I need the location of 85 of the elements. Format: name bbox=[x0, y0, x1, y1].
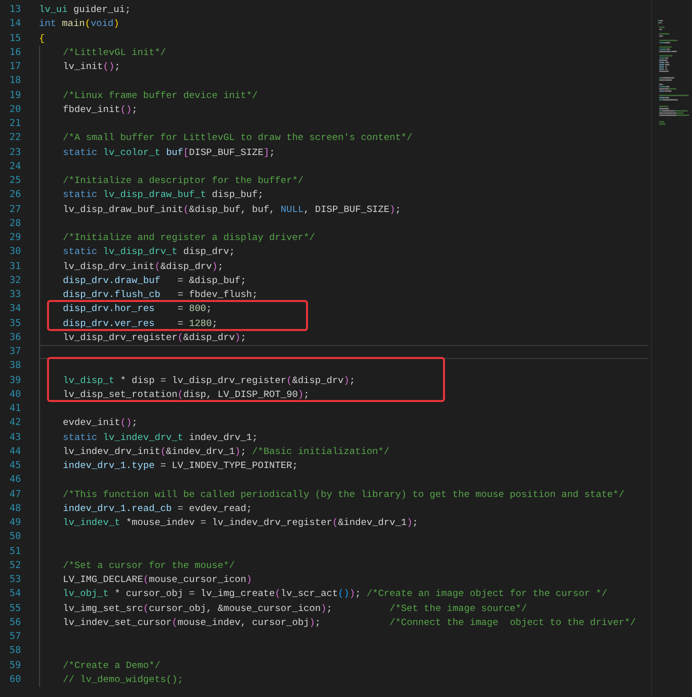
line-number: 49 bbox=[8, 516, 21, 530]
line-number: 50 bbox=[8, 530, 21, 544]
code-line: static lv_disp_draw_buf_t disp_buf; bbox=[62, 188, 264, 202]
line-number: 18 bbox=[8, 74, 21, 88]
code-line: lv_disp_t * disp = lv_disp_drv_register(&disp_drv); bbox=[62, 374, 356, 388]
line-number: 55 bbox=[8, 602, 21, 616]
code-line: /*Initialize a descriptor for the buffer*/ bbox=[62, 174, 304, 188]
line-number: 37 bbox=[8, 345, 21, 359]
line-number: 27 bbox=[8, 202, 21, 216]
code-line: { bbox=[39, 32, 45, 46]
line-number: 30 bbox=[8, 245, 21, 260]
line-number: 39 bbox=[8, 374, 21, 388]
line-number: 40 bbox=[8, 388, 21, 402]
code-line: lv_disp_drv_register(&disp_drv); bbox=[62, 330, 246, 345]
line-number: 53 bbox=[8, 573, 21, 587]
minimap-drawing[interactable] bbox=[658, 20, 690, 125]
code-line: /*Initialize and register a display driver*/ bbox=[62, 231, 315, 245]
code-line: /*Linux frame buffer device init*/ bbox=[62, 88, 258, 102]
line-number: 60 bbox=[8, 672, 21, 687]
line-number: 44 bbox=[8, 444, 21, 459]
line-number: 35 bbox=[8, 316, 21, 330]
code-line: fbdev_init(); bbox=[62, 102, 138, 117]
line-number: 41 bbox=[8, 402, 21, 416]
line-number: 17 bbox=[8, 60, 21, 74]
line-number: 33 bbox=[8, 288, 21, 302]
line-number: 47 bbox=[8, 488, 21, 502]
code-line: lv_indev_set_cursor(mouse_indev, cursor_obj); /*Connect the image object to the driver*/ bbox=[62, 616, 636, 630]
code-line: // lv_demo_widgets(); bbox=[62, 672, 184, 687]
code-line: evdev_init(); bbox=[62, 416, 138, 430]
code-line: static lv_color_t buf[DISP_BUF_SIZE]; bbox=[62, 146, 275, 160]
line-number: 48 bbox=[8, 502, 21, 516]
code-line: lv_img_set_src(cursor_obj, &mouse_cursor_icon); /*Set the image source*/ bbox=[62, 602, 527, 616]
line-number: 29 bbox=[8, 231, 21, 245]
code-line: lv_ui guider_ui; bbox=[39, 3, 131, 17]
line-number: 26 bbox=[8, 188, 21, 202]
code-line: /*LittlevGL init*/ bbox=[62, 46, 166, 60]
code-line: lv_disp_set_rotation(disp, LV_DISP_ROT_90); bbox=[62, 388, 310, 402]
line-number: 38 bbox=[8, 359, 21, 374]
line-number: 19 bbox=[8, 88, 21, 102]
code-line: lv_disp_drv_init(&disp_drv); bbox=[62, 260, 224, 274]
line-number: 45 bbox=[8, 459, 21, 473]
line-number: 24 bbox=[8, 160, 21, 174]
line-number: 28 bbox=[8, 216, 21, 231]
code-line: lv_indev_t *mouse_indev = lv_indev_drv_register(&indev_drv_1); bbox=[62, 516, 418, 530]
code-line: disp_drv.ver_res = 1280; bbox=[62, 316, 218, 330]
code-line: disp_drv.hor_res = 800; bbox=[62, 302, 212, 316]
code-line: lv_indev_drv_init(&indev_drv_1); /*Basic initialization*/ bbox=[62, 444, 390, 459]
code-line: indev_drv_1.read_cb = evdev_read; bbox=[62, 502, 252, 516]
line-number: 51 bbox=[8, 544, 21, 558]
line-number: 21 bbox=[8, 117, 21, 131]
code-line: lv_obj_t * cursor_obj = lv_img_create(lv_scr_act()); /*Create an image object for the cursor */ bbox=[62, 587, 608, 602]
line-number: 34 bbox=[8, 302, 21, 316]
code-line: indev_drv_1.type = LV_INDEV_TYPE_POINTER; bbox=[62, 459, 298, 473]
line-number: 43 bbox=[8, 430, 21, 444]
line-number: 22 bbox=[8, 131, 21, 146]
code-line: /*This function will be called periodically (by the library) to get the mouse position and state*/ bbox=[62, 488, 624, 502]
line-number: 59 bbox=[8, 658, 21, 672]
code-line: /*Set a cursor for the mouse*/ bbox=[62, 558, 235, 573]
line-number: 32 bbox=[8, 274, 21, 288]
code-line: disp_drv.flush_cb = fbdev_flush; bbox=[62, 288, 258, 302]
line-number: 42 bbox=[8, 416, 21, 430]
line-number: 16 bbox=[8, 46, 21, 60]
code-line: /*A small buffer for LittlevGL to draw the screen's content*/ bbox=[62, 131, 412, 146]
line-number: 25 bbox=[8, 174, 21, 188]
line-number: 52 bbox=[8, 558, 21, 573]
line-number: 23 bbox=[8, 146, 21, 160]
line-number: 46 bbox=[8, 473, 21, 488]
line-number: 57 bbox=[8, 630, 21, 644]
line-number: 31 bbox=[8, 260, 21, 274]
code-line: static lv_disp_drv_t disp_drv; bbox=[62, 245, 235, 260]
code-line: lv_disp_draw_buf_init(&disp_buf, buf, NULL, DISP_BUF_SIZE); bbox=[62, 202, 401, 216]
code-line: /*Create a Demo*/ bbox=[62, 658, 160, 672]
line-number: 13 bbox=[8, 3, 21, 17]
line-number: 14 bbox=[8, 17, 21, 32]
line-number: 56 bbox=[8, 616, 21, 630]
code-line: LV_IMG_DECLARE(mouse_cursor_icon) bbox=[62, 573, 252, 587]
code-line: int main(void) bbox=[39, 17, 120, 32]
line-number: 20 bbox=[8, 102, 21, 117]
line-number: 58 bbox=[8, 644, 21, 658]
line-number: 54 bbox=[8, 587, 21, 602]
code-line: static lv_indev_drv_t indev_drv_1; bbox=[62, 430, 258, 444]
code-line: lv_init(); bbox=[62, 60, 120, 74]
line-number: 36 bbox=[8, 330, 21, 345]
code-line: disp_drv.draw_buf = &disp_buf; bbox=[62, 274, 246, 288]
line-number: 15 bbox=[8, 32, 21, 46]
